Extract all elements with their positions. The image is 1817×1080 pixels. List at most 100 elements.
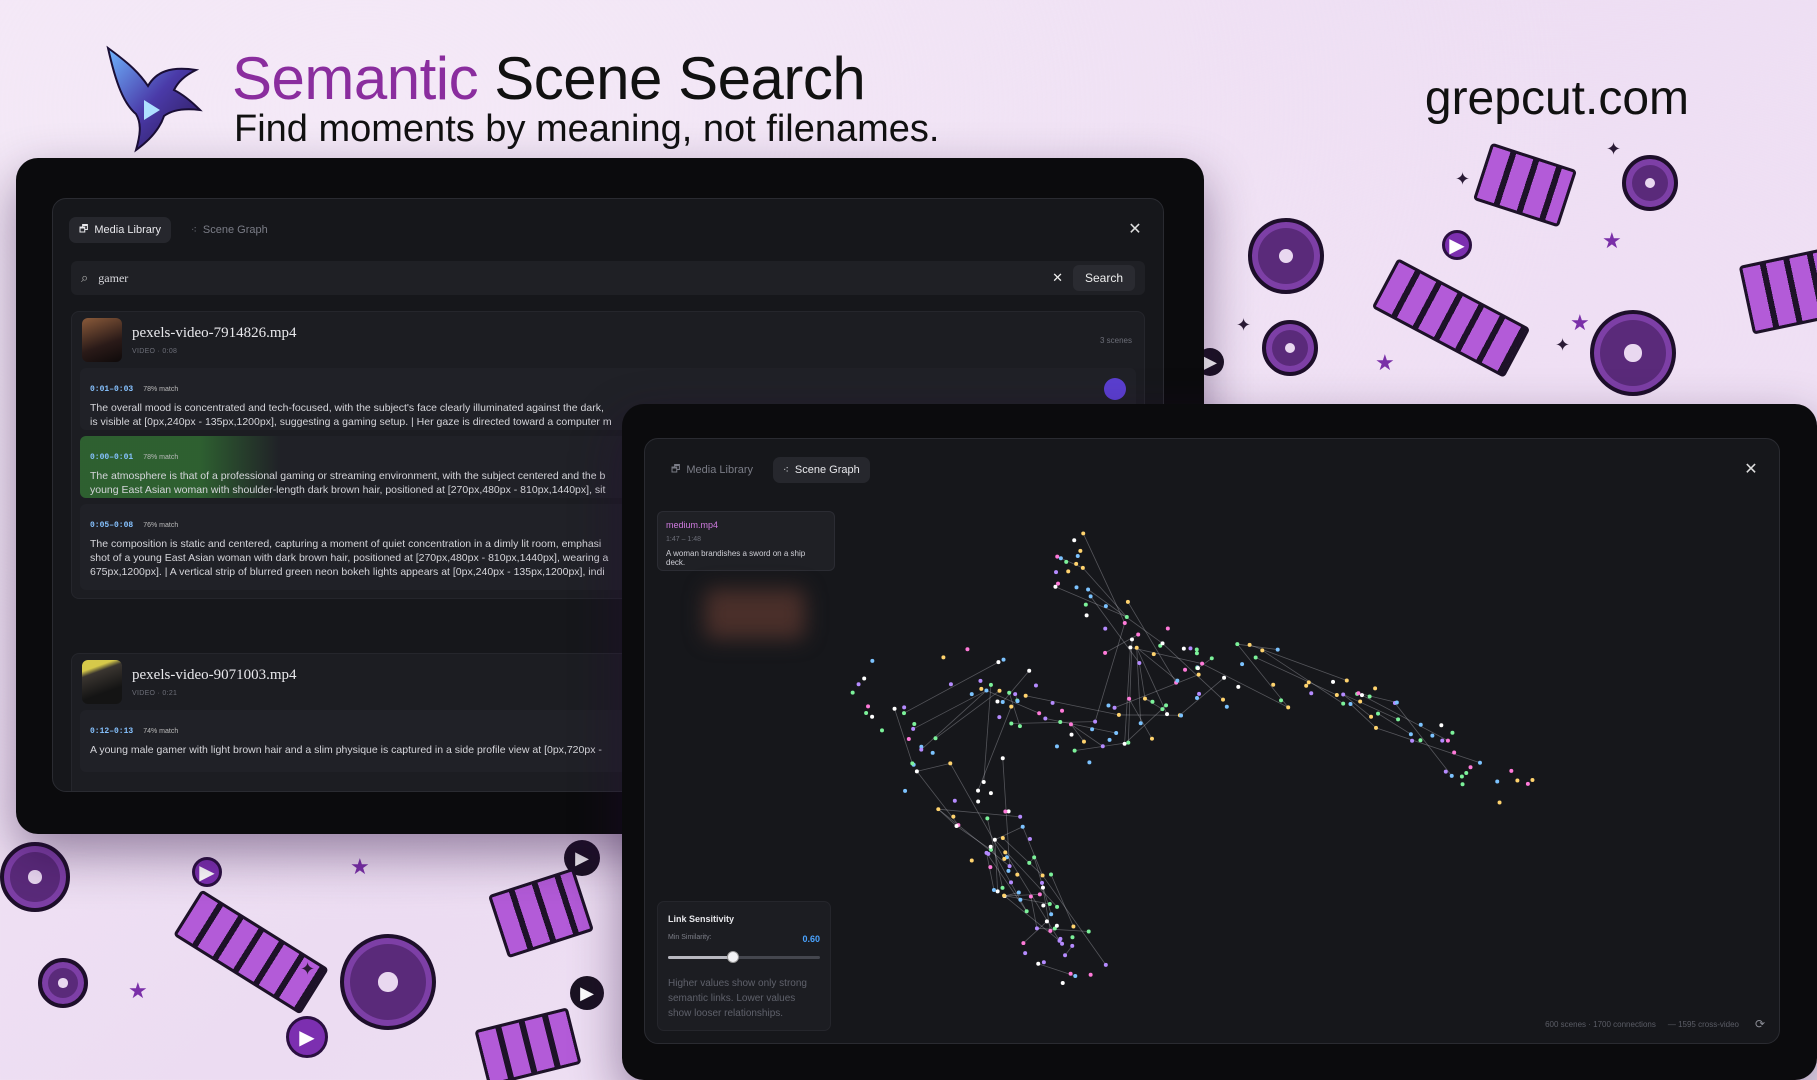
graph-node[interactable] xyxy=(1086,587,1091,592)
graph-node[interactable] xyxy=(1070,943,1075,948)
graph-node[interactable] xyxy=(969,858,974,863)
graph-node[interactable] xyxy=(1194,647,1199,652)
graph-node[interactable] xyxy=(933,736,938,741)
graph-node[interactable] xyxy=(1081,531,1086,536)
graph-node[interactable] xyxy=(1049,872,1054,877)
graph-node[interactable] xyxy=(988,865,993,870)
graph-node[interactable] xyxy=(1048,928,1053,933)
graph-node[interactable] xyxy=(1071,924,1076,929)
graph-node[interactable] xyxy=(1124,614,1129,619)
graph-node[interactable] xyxy=(1356,691,1361,696)
graph-node[interactable] xyxy=(910,761,915,766)
graph-node[interactable] xyxy=(1054,923,1059,928)
graph-node[interactable] xyxy=(1003,809,1008,814)
graph-node[interactable] xyxy=(1103,604,1108,609)
graph-node[interactable] xyxy=(976,799,981,804)
graph-node[interactable] xyxy=(1374,725,1378,730)
graph-node[interactable] xyxy=(1090,727,1095,732)
graph-node[interactable] xyxy=(1160,641,1165,646)
graph-node[interactable] xyxy=(1088,594,1093,599)
graph-node[interactable] xyxy=(1477,760,1482,765)
graph-node[interactable] xyxy=(1080,565,1085,570)
graph-node[interactable] xyxy=(1020,824,1025,829)
graph-node[interactable] xyxy=(1449,773,1454,778)
graph-node[interactable] xyxy=(864,710,869,715)
graph-node[interactable] xyxy=(1074,561,1079,566)
play-scene-icon[interactable] xyxy=(1104,378,1126,400)
graph-node[interactable] xyxy=(1049,912,1054,917)
graph-node[interactable] xyxy=(985,816,990,821)
graph-node[interactable] xyxy=(1126,740,1131,745)
graph-node[interactable] xyxy=(1418,722,1423,727)
graph-node[interactable] xyxy=(1103,962,1108,967)
graph-node[interactable] xyxy=(1122,741,1127,746)
graph-node[interactable] xyxy=(1063,953,1068,958)
graph-node[interactable] xyxy=(903,788,908,793)
graph-node[interactable] xyxy=(948,682,953,687)
graph-node[interactable] xyxy=(1150,699,1155,704)
graph-node[interactable] xyxy=(1459,774,1464,779)
graph-node[interactable] xyxy=(1050,700,1055,705)
graph-node[interactable] xyxy=(1033,683,1038,688)
graph-node[interactable] xyxy=(1024,909,1029,914)
graph-node[interactable] xyxy=(1060,981,1065,986)
graph-node[interactable] xyxy=(1072,748,1077,753)
graph-node[interactable] xyxy=(988,844,993,849)
graph-node[interactable] xyxy=(880,728,885,733)
graph-node[interactable] xyxy=(1000,885,1005,890)
graph-node[interactable] xyxy=(1464,771,1469,776)
graph-node[interactable] xyxy=(1016,890,1021,895)
graph-node[interactable] xyxy=(1127,696,1132,701)
graph-node[interactable] xyxy=(965,647,970,652)
graph-node[interactable] xyxy=(1275,647,1280,652)
graph-node[interactable] xyxy=(1439,723,1444,728)
graph-node[interactable] xyxy=(1236,684,1241,689)
search-input[interactable]: gamer xyxy=(98,271,1042,286)
graph-node[interactable] xyxy=(1224,704,1229,709)
graph-node[interactable] xyxy=(1081,739,1086,744)
graph-node[interactable] xyxy=(1286,705,1291,710)
graph-node[interactable] xyxy=(1034,926,1039,931)
graph-node[interactable] xyxy=(1009,704,1014,709)
graph-node[interactable] xyxy=(1000,756,1005,761)
graph-node[interactable] xyxy=(951,814,956,819)
close-icon[interactable]: ✕ xyxy=(1125,219,1145,239)
graph-node[interactable] xyxy=(986,851,991,856)
graph-node[interactable] xyxy=(1197,691,1202,696)
graph-node[interactable] xyxy=(1018,814,1023,819)
graph-node[interactable] xyxy=(1188,646,1193,651)
graph-node[interactable] xyxy=(1515,778,1520,783)
graph-node[interactable] xyxy=(1279,698,1284,703)
graph-node[interactable] xyxy=(1054,744,1059,749)
graph-node[interactable] xyxy=(1114,730,1119,735)
graph-node[interactable] xyxy=(1002,856,1007,861)
graph-node[interactable] xyxy=(1018,897,1023,902)
graph-node[interactable] xyxy=(1376,711,1381,716)
graph-node[interactable] xyxy=(1200,661,1205,666)
graph-node[interactable] xyxy=(988,682,993,687)
graph-node[interactable] xyxy=(902,711,907,716)
clear-search-icon[interactable]: ✕ xyxy=(1052,270,1063,286)
graph-node[interactable] xyxy=(911,726,916,731)
graph-node[interactable] xyxy=(1151,652,1156,657)
graph-node[interactable] xyxy=(850,690,855,695)
graph-node[interactable] xyxy=(1253,655,1258,660)
graph-node[interactable] xyxy=(1015,699,1020,704)
slider-handle[interactable] xyxy=(727,951,740,963)
graph-node[interactable] xyxy=(1495,779,1500,784)
graph-node[interactable] xyxy=(996,660,1001,665)
graph-node[interactable] xyxy=(1055,554,1060,559)
graph-node[interactable] xyxy=(1196,672,1201,677)
graph-node[interactable] xyxy=(1164,703,1169,708)
graph-node[interactable] xyxy=(1331,679,1336,684)
graph-node[interactable] xyxy=(941,655,946,660)
graph-node[interactable] xyxy=(1122,621,1127,626)
graph-node[interactable] xyxy=(1000,700,1005,705)
graph-node[interactable] xyxy=(1445,738,1450,743)
graph-node[interactable] xyxy=(1015,872,1020,877)
graph-node[interactable] xyxy=(1359,693,1364,698)
graph-node[interactable] xyxy=(948,761,953,766)
graph-node[interactable] xyxy=(1057,938,1062,943)
graph-node[interactable] xyxy=(866,704,871,709)
graph-node[interactable] xyxy=(1125,599,1130,604)
